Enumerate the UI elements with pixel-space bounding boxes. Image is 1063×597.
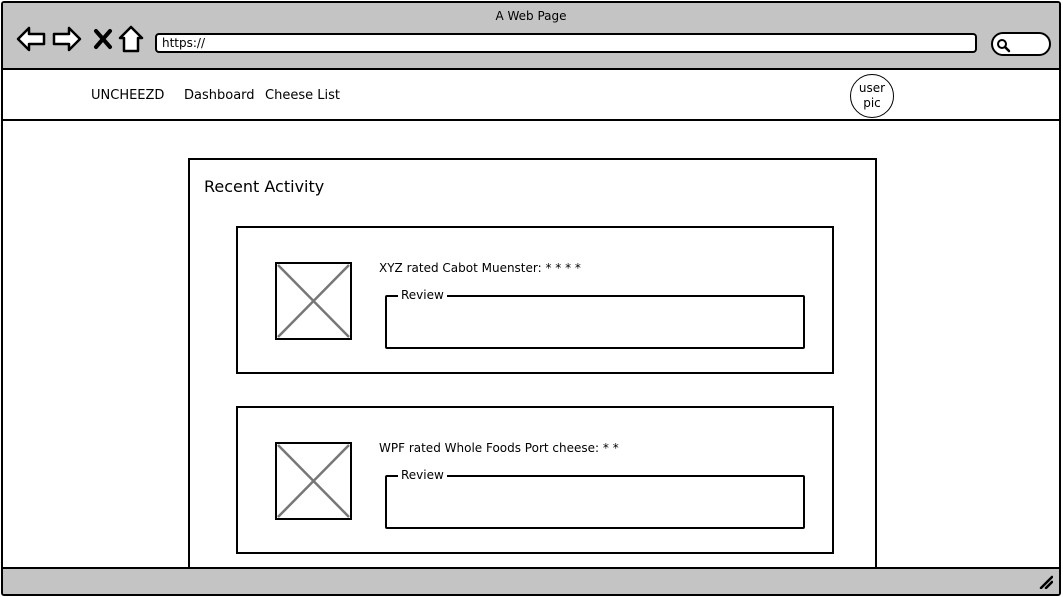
search-icon <box>997 39 1011 53</box>
window-title: A Web Page <box>495 9 567 23</box>
review-label: Review <box>398 468 447 482</box>
activity-card: WPF rated Whole Foods Port cheese: * * R… <box>236 406 834 554</box>
review-field[interactable]: Review <box>385 288 805 349</box>
resize-grip-icon[interactable] <box>1039 575 1053 589</box>
status-bar <box>3 567 1059 594</box>
avatar[interactable]: user pic <box>850 74 894 118</box>
nav-cheese-list[interactable]: Cheese List <box>265 88 340 103</box>
review-field[interactable]: Review <box>385 468 805 529</box>
activity-card: XYZ rated Cabot Muenster: * * * * Review <box>236 226 834 374</box>
url-text: https:// <box>162 36 206 50</box>
activity-text: WPF rated Whole Foods Port cheese: * * <box>379 441 619 455</box>
recent-activity-panel: Recent Activity XYZ rated Cabot Muenster… <box>188 158 877 578</box>
image-placeholder <box>275 442 352 520</box>
activity-text: XYZ rated Cabot Muenster: * * * * <box>379 261 581 275</box>
browser-window: A Web Page https:// UNCHEEZD Dashboard C… <box>1 1 1061 596</box>
app-header: UNCHEEZD Dashboard Cheese List <box>3 70 1059 121</box>
brand-link[interactable]: UNCHEEZD <box>91 88 164 103</box>
review-label: Review <box>398 288 447 302</box>
browser-search-button[interactable] <box>991 32 1051 56</box>
forward-arrow-icon[interactable] <box>51 23 83 55</box>
nav-dashboard[interactable]: Dashboard <box>184 88 255 103</box>
avatar-label-line1: user <box>858 81 886 95</box>
panel-title: Recent Activity <box>204 177 325 196</box>
back-arrow-icon[interactable] <box>15 23 47 55</box>
url-bar[interactable]: https:// <box>155 33 977 53</box>
home-icon[interactable] <box>115 23 147 55</box>
browser-chrome: A Web Page https:// <box>3 3 1059 70</box>
avatar-label-line2: pic <box>863 96 881 110</box>
image-placeholder <box>275 262 352 340</box>
